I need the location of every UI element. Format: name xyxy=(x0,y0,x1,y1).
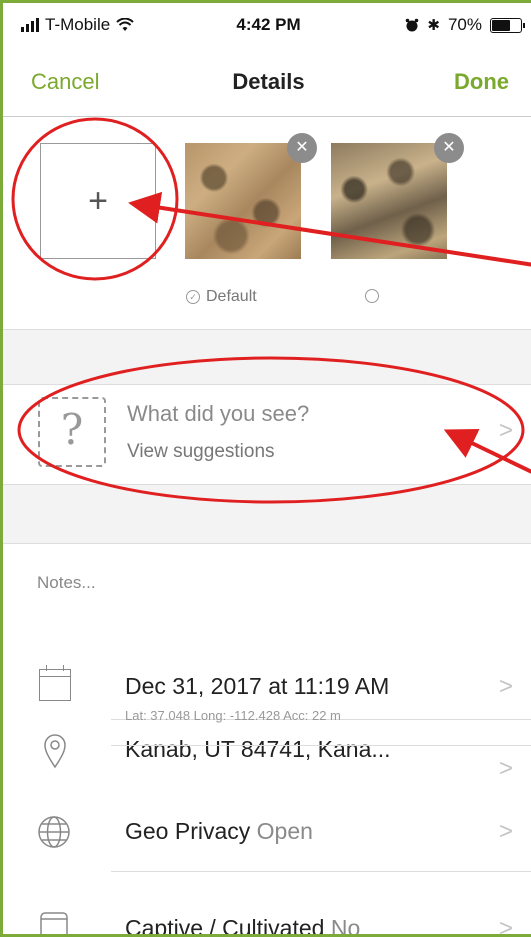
geo-privacy-row[interactable]: Geo Privacy Open xyxy=(125,818,313,845)
chevron-right-icon: > xyxy=(499,818,514,845)
captive-value: No xyxy=(330,915,361,937)
date-value[interactable]: Dec 31, 2017 at 11:19 AM xyxy=(125,673,389,700)
view-suggestions-link[interactable]: View suggestions xyxy=(127,441,275,463)
location-value[interactable]: Kanab, UT 84741, Kana... xyxy=(125,736,391,763)
question-mark-icon: ? xyxy=(60,405,84,454)
battery-fill xyxy=(492,19,511,31)
globe-icon xyxy=(38,816,70,848)
section-separator xyxy=(3,484,531,544)
default-photo-toggle[interactable]: ✓ Default xyxy=(186,288,257,306)
calendar-icon xyxy=(39,665,71,701)
geo-privacy-label: Geo Privacy xyxy=(125,818,251,844)
done-button[interactable]: Done xyxy=(454,69,509,95)
check-icon: ✓ xyxy=(186,290,200,304)
notes-field[interactable]: Notes... xyxy=(37,573,96,593)
bluetooth-icon: ✱ xyxy=(427,17,440,34)
location-coordinates: Lat: 37.048 Long: -112.428 Acc: 22 m xyxy=(125,708,341,723)
battery-percent: 70% xyxy=(447,15,482,34)
chevron-right-icon: > xyxy=(499,673,514,700)
photo-thumbnail[interactable] xyxy=(331,143,447,259)
alarm-icon xyxy=(406,18,419,32)
unknown-species-icon: ? xyxy=(38,397,106,467)
plus-icon: + xyxy=(88,182,108,220)
add-photo-button[interactable]: + xyxy=(40,143,156,259)
nav-bar: Cancel Details Done xyxy=(3,47,531,117)
default-radio-button[interactable] xyxy=(365,289,379,303)
app-frame: T-Mobile 4:42 PM ✱ 70% Cancel Details Do… xyxy=(0,0,531,937)
geo-privacy-value: Open xyxy=(256,818,313,844)
default-label: Default xyxy=(206,288,257,305)
row-divider xyxy=(111,871,531,872)
captive-row[interactable]: Captive / Cultivated No xyxy=(125,915,361,937)
chevron-right-icon: > xyxy=(499,417,514,444)
battery-icon xyxy=(490,17,525,33)
jar-icon xyxy=(40,912,68,934)
chevron-right-icon: > xyxy=(499,755,514,782)
remove-photo-button[interactable]: ✕ xyxy=(434,133,464,163)
captive-label: Captive / Cultivated xyxy=(125,915,325,937)
species-prompt[interactable]: What did you see? xyxy=(127,401,309,427)
page-title: Details xyxy=(232,69,305,94)
status-right: ✱ 70% xyxy=(405,15,525,35)
section-separator xyxy=(3,329,531,385)
location-pin-icon xyxy=(44,734,66,769)
remove-photo-button[interactable]: ✕ xyxy=(287,133,317,163)
chevron-right-icon: > xyxy=(499,915,514,937)
photo-thumbnail[interactable] xyxy=(185,143,301,259)
status-bar: T-Mobile 4:42 PM ✱ 70% xyxy=(3,3,531,47)
